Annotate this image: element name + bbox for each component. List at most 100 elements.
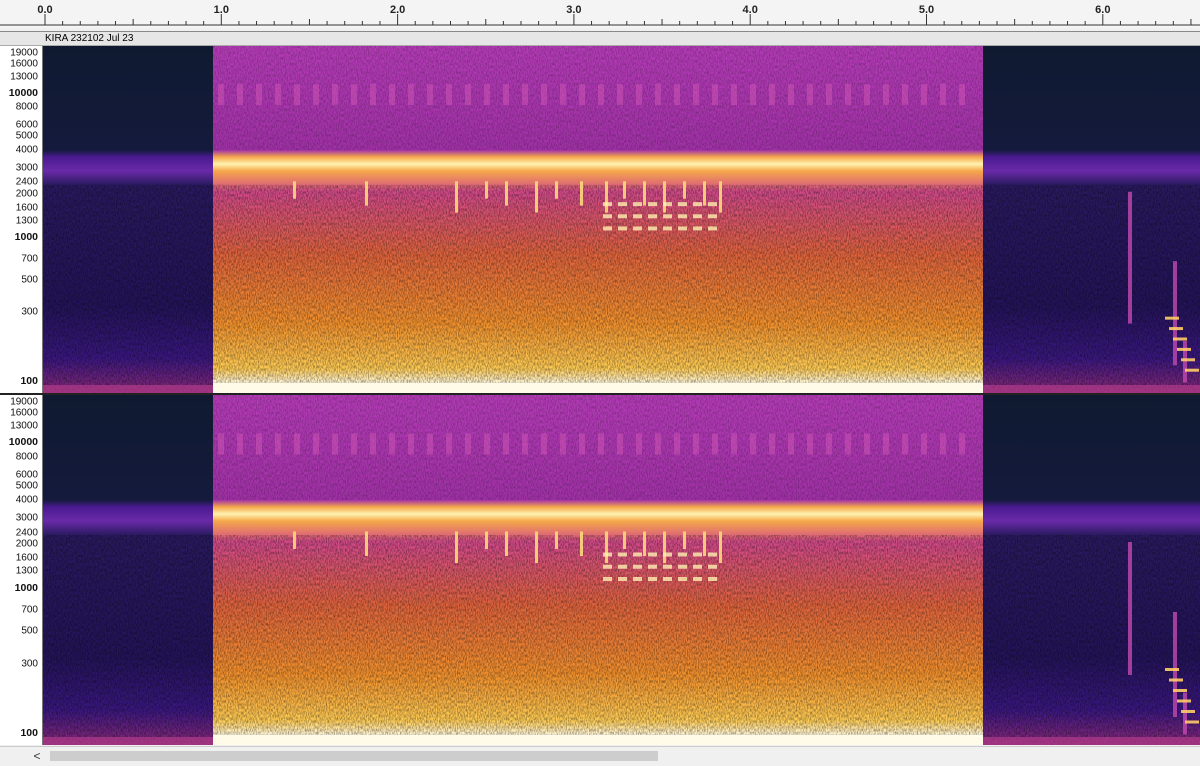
frequency-label: 13000 xyxy=(10,71,38,83)
spectrogram-call-note xyxy=(708,577,717,581)
spectrogram-striation xyxy=(275,84,281,105)
spectrogram-call-note xyxy=(663,577,672,581)
spectrogram-call-note xyxy=(1181,710,1195,713)
spectrogram-striation xyxy=(617,433,623,455)
spectrogram-call-note xyxy=(580,531,583,556)
frequency-label: 500 xyxy=(21,274,38,286)
ruler-tick-label: 5.0 xyxy=(918,4,935,16)
spectrogram-striation xyxy=(446,84,452,105)
spectrogram-striation xyxy=(522,84,528,105)
spectrogram-call-note xyxy=(633,226,642,231)
frequency-label: 13000 xyxy=(10,420,38,432)
ruler-tick-label: 2.0 xyxy=(389,4,406,16)
frequency-label: 16000 xyxy=(10,407,38,419)
spectrogram-striation xyxy=(655,433,661,455)
spectrogram-striation xyxy=(845,84,851,105)
spectrogram-striation xyxy=(921,433,927,455)
spectrogram-call-note xyxy=(1183,692,1187,735)
spectrogram-striation xyxy=(465,84,471,105)
frequency-label: 2400 xyxy=(15,527,38,539)
spectrogram-striation xyxy=(389,433,395,455)
spectrogram-call-note xyxy=(603,577,612,581)
spectrogram-call-note xyxy=(505,531,508,556)
spectrogram-call-note xyxy=(683,181,686,199)
spectrogram-call-note xyxy=(1128,542,1132,675)
spectrogram-image xyxy=(43,46,1200,393)
spectrogram-low-frequency-floor xyxy=(213,735,983,745)
spectrogram-striation xyxy=(408,433,414,455)
spectrogram-striation xyxy=(484,433,490,455)
spectrogram-striation xyxy=(940,84,946,105)
scroll-left-arrow-icon[interactable]: < xyxy=(30,748,44,764)
time-ruler[interactable]: 0.0 1.0 2.0 3.0 4.0 5.0 6.0 xyxy=(0,0,1200,28)
frequency-label: 6000 xyxy=(15,119,38,131)
spectrogram-striation xyxy=(693,84,699,105)
spectrogram-striation xyxy=(351,433,357,455)
spectrogram-striation xyxy=(484,84,490,105)
spectrogram-call-note xyxy=(555,181,558,199)
horizontal-scrollbar[interactable]: < xyxy=(0,746,1200,766)
spectrogram-striation xyxy=(731,84,737,105)
spectrogram-striation xyxy=(465,433,471,455)
spectrogram-striation xyxy=(674,84,680,105)
spectrogram-call-note xyxy=(648,202,657,207)
spectrogram-striation xyxy=(503,84,509,105)
spectrogram-call-note xyxy=(693,214,702,219)
spectrogram-striation xyxy=(351,84,357,105)
spectrogram-call-note xyxy=(633,564,642,569)
track-name: KIRA 232102 Jul 23 xyxy=(45,33,134,44)
frequency-label: 2000 xyxy=(15,188,38,200)
frequency-label: 4000 xyxy=(15,494,38,506)
spectrogram-low-frequency-floor xyxy=(43,737,213,745)
frequency-axis-channel-1: 19000 16000 13000 10000 8000 6000 5000 4000 3000… xyxy=(0,46,43,393)
spectrogram-call-note xyxy=(1169,327,1183,331)
spectrogram-channel-1[interactable] xyxy=(43,46,1200,393)
spectrogram-call-note xyxy=(365,531,368,556)
spectrogram-call-note xyxy=(663,226,672,231)
spectrogram-call-note xyxy=(485,531,488,549)
spectrogram-striation xyxy=(826,84,832,105)
spectrogram-call-note xyxy=(618,552,627,557)
spectrogram-striation xyxy=(864,433,870,455)
frequency-label: 2400 xyxy=(15,176,38,188)
spectrogram-striation xyxy=(807,84,813,105)
spectrogram-call-note xyxy=(708,226,717,231)
ruler-tick-label: 3.0 xyxy=(566,4,582,16)
frequency-label: 4000 xyxy=(15,144,38,156)
frequency-label: 1300 xyxy=(15,565,38,577)
spectrogram-call-note xyxy=(1165,668,1179,671)
spectrogram-striation xyxy=(731,433,737,455)
spectrogram-call-note xyxy=(683,531,686,549)
spectrogram-striation xyxy=(560,433,566,455)
frequency-label: 19000 xyxy=(10,47,38,59)
spectrogram-channel-2[interactable] xyxy=(43,395,1200,745)
track-header[interactable]: KIRA 232102 Jul 23 xyxy=(0,31,1200,46)
frequency-label: 700 xyxy=(21,253,38,265)
spectrogram-call-note xyxy=(1128,191,1132,324)
spectrogram-striation xyxy=(769,84,775,105)
spectrogram-striation xyxy=(237,84,243,105)
frequency-label: 3000 xyxy=(15,162,38,174)
spectrogram-call-note xyxy=(1183,340,1187,383)
spectrogram-striation xyxy=(446,433,452,455)
ruler-tick-label: 1.0 xyxy=(213,4,229,16)
spectrogram-striation xyxy=(674,433,680,455)
frequency-label: 5000 xyxy=(15,480,38,492)
spectrogram-call-note xyxy=(633,577,642,581)
spectrogram-call-note xyxy=(1181,358,1195,362)
scrollbar-thumb[interactable] xyxy=(50,751,658,761)
spectrogram-striation xyxy=(712,84,718,105)
spectrogram-call-note xyxy=(1169,678,1183,682)
spectrogram-call-note xyxy=(1177,347,1191,351)
frequency-label: 8000 xyxy=(15,101,38,113)
spectrogram-call-note xyxy=(618,577,627,581)
spectrogram-call-note xyxy=(365,181,368,206)
spectrogram-striation xyxy=(579,433,585,455)
frequency-label: 3000 xyxy=(15,512,38,524)
spectrogram-call-note xyxy=(663,564,672,569)
spectrogram-call-note xyxy=(719,531,722,563)
spectrogram-call-note xyxy=(678,202,687,207)
spectrogram-call-note xyxy=(648,552,657,557)
spectrogram-striation xyxy=(959,84,965,105)
spectrogram-call-note xyxy=(719,181,722,213)
